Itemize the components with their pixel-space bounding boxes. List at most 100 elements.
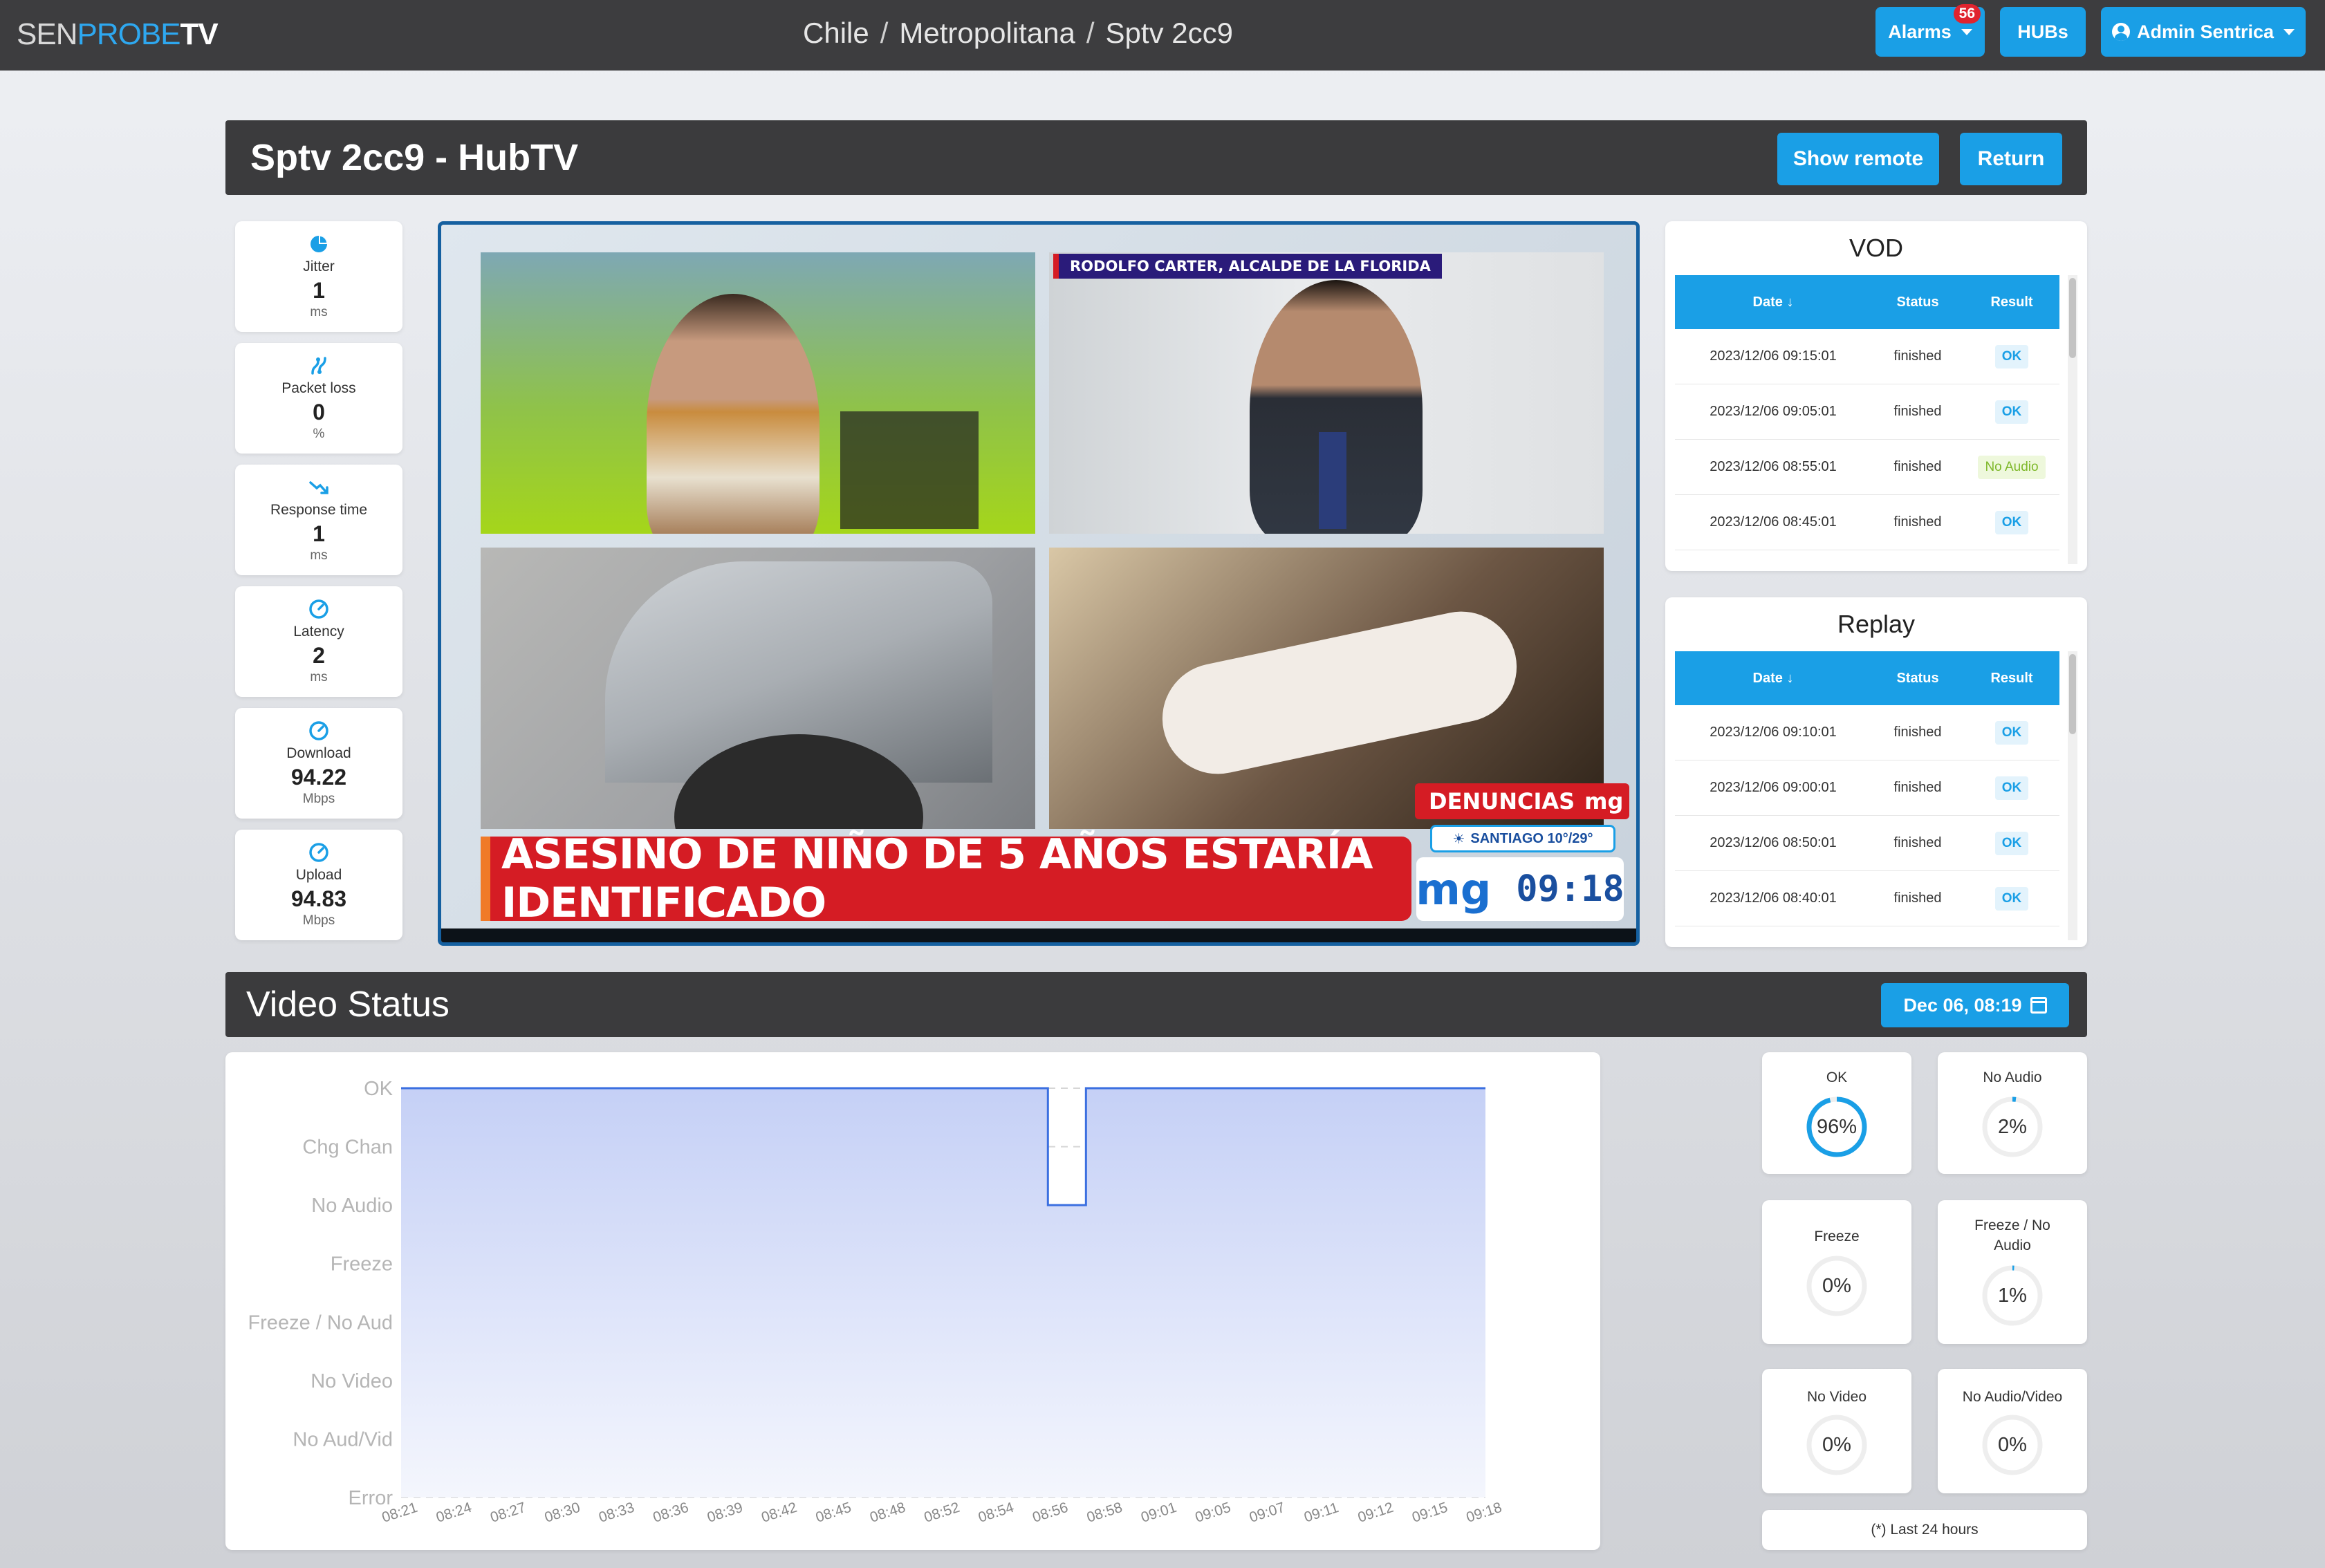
col-result[interactable]: Result — [1964, 295, 2059, 310]
user-circle-icon — [2111, 23, 2130, 41]
row-status: finished — [1893, 780, 1942, 795]
x-axis-tick-label: 08:48 — [868, 1500, 907, 1526]
metric-label: Jitter — [303, 258, 335, 274]
vod-scrollbar[interactable] — [2068, 275, 2077, 564]
alarms-dropdown-button[interactable]: Alarms 56 — [1875, 4, 1985, 57]
stat-percent: 0% — [1998, 1434, 2027, 1456]
alarms-count-badge: 56 — [1953, 4, 1981, 24]
metric-value: 2 — [313, 642, 325, 668]
stat-label: Freeze / No Audio — [1974, 1217, 2050, 1253]
x-axis-tick-label: 09:11 — [1302, 1500, 1341, 1526]
table-row[interactable]: 2023/12/06 09:10:01 finished OK — [1675, 705, 2059, 760]
breadcrumb-country[interactable]: Chile — [803, 17, 869, 50]
metric-unit: ms — [310, 669, 328, 684]
weather-badge: ☀ SANTIAGO 10°/29° — [1430, 825, 1615, 852]
col-status[interactable]: Status — [1871, 295, 1964, 310]
breadcrumb: Chile / Metropolitana / Sptv 2cc9 — [0, 12, 2036, 54]
result-badge: OK — [1994, 510, 2029, 534]
metric-value: 94.22 — [290, 764, 347, 790]
table-row[interactable]: 2023/12/06 08:50:01 finished OK — [1675, 816, 2059, 871]
replay-table-header: Date ↓ Status Result — [1675, 651, 2059, 705]
show-remote-button[interactable]: Show remote — [1777, 133, 1939, 185]
stat-no-video: No Video 0% — [1762, 1369, 1911, 1493]
replay-scrollbar[interactable] — [2068, 651, 2077, 940]
row-date: 2023/12/06 08:50:01 — [1710, 835, 1837, 850]
breadcrumb-separator: / — [880, 17, 889, 49]
col-date-sort[interactable]: Date ↓ — [1675, 295, 1871, 310]
clock-time: 09:18 — [1516, 868, 1624, 910]
hubs-button[interactable]: HUBs — [2000, 7, 2086, 57]
x-axis-tick-label: 08:33 — [597, 1500, 636, 1526]
x-axis-tick-label: 08:39 — [705, 1500, 745, 1526]
date-picker-button[interactable]: Dec 06, 08:19 — [1881, 983, 2069, 1027]
video-status-chart: OK Chg Chan No Audio Freeze Freeze / No Aud N… — [225, 1052, 1600, 1550]
user-name: Admin Sentrica — [2136, 21, 2275, 42]
col-status[interactable]: Status — [1871, 671, 1964, 687]
table-row[interactable]: 2023/12/06 09:00:01 finished OK — [1675, 760, 2059, 816]
device-header: Sptv 2cc9 - HubTV Show remote Return — [225, 120, 2087, 195]
table-row[interactable]: 2023/12/06 08:40:01 finished OK — [1675, 871, 2059, 926]
x-axis-tick-label: 08:45 — [814, 1500, 853, 1526]
video-quadrant-interview — [1049, 252, 1604, 534]
top-navbar: SEN PROBE TV Chile / Metropolitana / Sptv … — [0, 0, 2325, 71]
vod-table: Date ↓ Status Result 2023/12/06 09:15:01… — [1675, 275, 2059, 550]
row-date: 2023/12/06 08:55:01 — [1710, 459, 1837, 474]
row-status: finished — [1893, 404, 1942, 419]
breadcrumb-device: Sptv 2cc9 — [1105, 17, 1233, 49]
vod-panel: VOD Date ↓ Status Result 2023/12/06 09:1… — [1665, 221, 2087, 571]
x-axis-tick-label: 08:36 — [651, 1500, 690, 1526]
row-date: 2023/12/06 08:45:01 — [1710, 514, 1837, 530]
scrollbar-thumb[interactable] — [2069, 654, 2076, 734]
return-button[interactable]: Return — [1960, 133, 2062, 185]
x-axis-tick-label: 08:24 — [434, 1500, 474, 1526]
channel-logo: mg — [1416, 864, 1492, 915]
metric-value: 1 — [313, 521, 325, 546]
gauge-icon — [309, 720, 328, 740]
table-row[interactable]: 2023/12/06 08:55:01 finished No Audio — [1675, 440, 2059, 495]
stat-no-audio-video: No Audio/Video 0% — [1938, 1369, 2087, 1493]
vod-table-header: Date ↓ Status Result — [1675, 275, 2059, 329]
result-badge: OK — [1994, 344, 2029, 368]
stat-label: No Audio/Video — [1962, 1389, 2063, 1405]
hubs-label: HUBs — [2017, 21, 2068, 42]
video-ticker: ASESINO DE NIÑO DE 5 AÑOS ESTARÍA IDENTI… — [481, 830, 1411, 927]
metric-unit: ms — [310, 304, 328, 319]
stat-no-audio: No Audio 2% — [1938, 1052, 2087, 1174]
gauge-icon — [309, 599, 328, 619]
result-badge: OK — [1994, 831, 2029, 855]
breadcrumb-region[interactable]: Metropolitana — [899, 17, 1075, 50]
stat-label: No Video — [1806, 1389, 1867, 1405]
table-row[interactable]: 2023/12/06 09:05:01 finished OK — [1675, 384, 2059, 440]
user-menu-button[interactable]: Admin Sentrica — [2101, 7, 2306, 57]
scrollbar-thumb[interactable] — [2069, 278, 2076, 358]
route-icon — [311, 356, 326, 375]
row-status: finished — [1893, 514, 1942, 530]
replay-title: Replay — [1837, 610, 1916, 638]
y-axis-tick-label: Chg Chan — [302, 1137, 393, 1159]
y-axis-tick-label: Freeze / No Aud — [248, 1312, 393, 1334]
metric-packet-loss: Packet loss 0 % — [235, 343, 402, 454]
video-status-header: Video Status Dec 06, 08:19 — [225, 972, 2087, 1037]
table-row[interactable]: 2023/12/06 08:45:01 finished OK — [1675, 495, 2059, 550]
stat-ok: OK 96% — [1762, 1052, 1911, 1174]
metric-label: Latency — [293, 623, 344, 640]
video-bottom-bar — [441, 928, 1636, 942]
sun-icon: ☀ — [1452, 831, 1465, 847]
table-row[interactable]: 2023/12/06 09:15:01 finished OK — [1675, 329, 2059, 384]
vod-title: VOD — [1849, 234, 1903, 262]
col-result[interactable]: Result — [1964, 671, 2059, 687]
row-status: finished — [1893, 890, 1942, 906]
video-frame-image: RODOLFO CARTER, ALCALDE DE LA FLORIDA AS… — [441, 225, 1636, 942]
y-axis-tick-label: OK — [364, 1078, 393, 1100]
stat-percent: 0% — [1822, 1275, 1851, 1297]
row-date: 2023/12/06 08:40:01 — [1710, 890, 1837, 906]
video-preview[interactable]: RODOLFO CARTER, ALCALDE DE LA FLORIDA AS… — [438, 221, 1640, 946]
x-axis-tick-label: 09:05 — [1193, 1500, 1232, 1526]
x-axis-tick-label: 08:27 — [488, 1500, 528, 1526]
stat-label: Freeze — [1814, 1229, 1860, 1244]
col-date-sort[interactable]: Date ↓ — [1675, 671, 1871, 687]
replay-panel: Replay Date ↓ Status Result 2023/12/06 0… — [1665, 597, 2087, 947]
y-axis-tick-label: Error — [349, 1487, 393, 1509]
footnote: (*) Last 24 hours — [1762, 1510, 2087, 1550]
channel-clock: mg 09:18 — [1416, 857, 1624, 921]
